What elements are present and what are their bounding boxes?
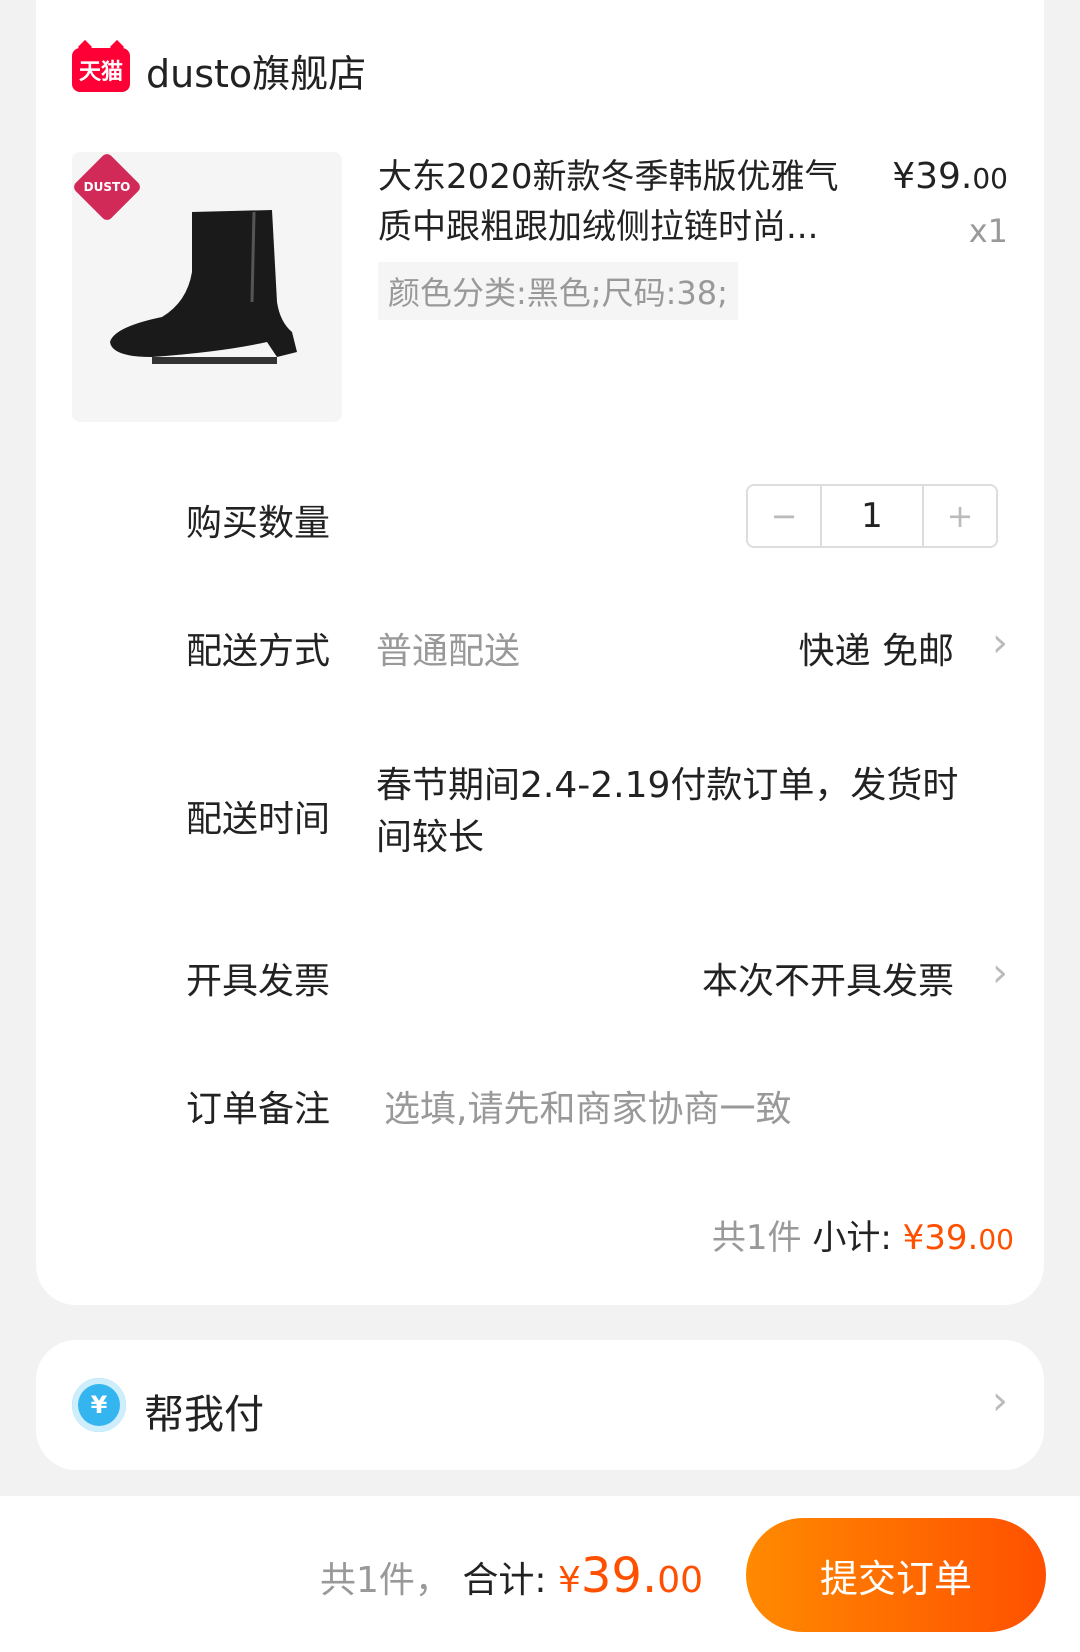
shipping-detail[interactable]: 快递 免邮 xyxy=(799,622,954,674)
product-price: ¥39.00 xyxy=(892,156,1008,197)
footer-price-yen: ¥ xyxy=(557,1560,581,1601)
note-label: 订单备注 xyxy=(186,1089,331,1130)
quantity-label: 购买数量 xyxy=(186,503,331,544)
tmall-logo-text: 天猫 xyxy=(78,60,123,85)
subtotal-price-main: ¥39. xyxy=(902,1218,979,1258)
product-quantity: x1 xyxy=(968,212,1008,250)
quantity-value[interactable]: 1 xyxy=(820,486,924,546)
footer-price-cents: 00 xyxy=(657,1560,704,1601)
product-image[interactable]: DUSTO xyxy=(72,152,342,422)
product-title[interactable]: 大东2020新款冬季韩版优雅气质中跟粗跟加绒侧拉链时尚... xyxy=(378,152,848,252)
invoice-label: 开具发票 xyxy=(186,961,331,1002)
decrement-button[interactable]: − xyxy=(748,486,820,546)
subtotal-label: 小计: xyxy=(812,1218,892,1258)
product-price-main: ¥39. xyxy=(892,156,973,197)
submit-order-button[interactable]: 提交订单 xyxy=(746,1518,1046,1632)
delivery-time-label: 配送时间 xyxy=(186,799,331,840)
chevron-right-icon[interactable]: › xyxy=(992,1378,1008,1424)
subtotal: 共1件 小计: ¥39.00 xyxy=(712,1210,1014,1259)
footer-label: 合计: xyxy=(462,1560,547,1601)
store-name[interactable]: dusto旗舰店 xyxy=(146,43,366,98)
checkout-bar: 共1件， 合计: ¥39.00 提交订单 xyxy=(0,1496,1080,1652)
delivery-time-text: 春节期间2.4-2.19付款订单，发货时间较长 xyxy=(376,765,959,858)
yen-circle-icon: ¥ xyxy=(72,1378,126,1432)
store-header[interactable]: 天猫 dusto旗舰店 xyxy=(72,44,366,96)
chevron-right-icon[interactable]: › xyxy=(992,620,1008,666)
tmall-logo: 天猫 xyxy=(72,48,130,92)
footer-count: 共1件， xyxy=(320,1560,451,1601)
chevron-right-icon[interactable]: › xyxy=(992,950,1008,996)
shipping-label: 配送方式 xyxy=(186,631,331,672)
footer-total: 共1件， 合计: ¥39.00 xyxy=(320,1548,703,1604)
subtotal-price-cents: 00 xyxy=(978,1223,1014,1256)
invoice-value[interactable]: 本次不开具发票 xyxy=(702,952,954,1004)
order-card: 天猫 dusto旗舰店 DUSTO 大东2020新款冬季韩版优雅气质中跟粗跟加绒… xyxy=(36,0,1044,1305)
footer-price-main: 39. xyxy=(580,1548,658,1604)
product-price-cents: 00 xyxy=(972,162,1008,195)
increment-button[interactable]: + xyxy=(924,486,996,546)
help-pay-label: 帮我付 xyxy=(144,1392,264,1438)
quantity-stepper: − 1 + xyxy=(746,484,998,548)
sku-tag[interactable]: 颜色分类:黑色;尺码:38; xyxy=(378,262,738,320)
subtotal-count: 共1件 xyxy=(711,1218,802,1258)
brand-badge-text: DUSTO xyxy=(83,180,131,194)
help-pay-card[interactable]: ¥ 帮我付 › xyxy=(36,1340,1044,1470)
note-input[interactable]: 选填,请先和商家协商一致 xyxy=(384,1080,791,1132)
shipping-method: 普通配送 xyxy=(376,631,521,672)
